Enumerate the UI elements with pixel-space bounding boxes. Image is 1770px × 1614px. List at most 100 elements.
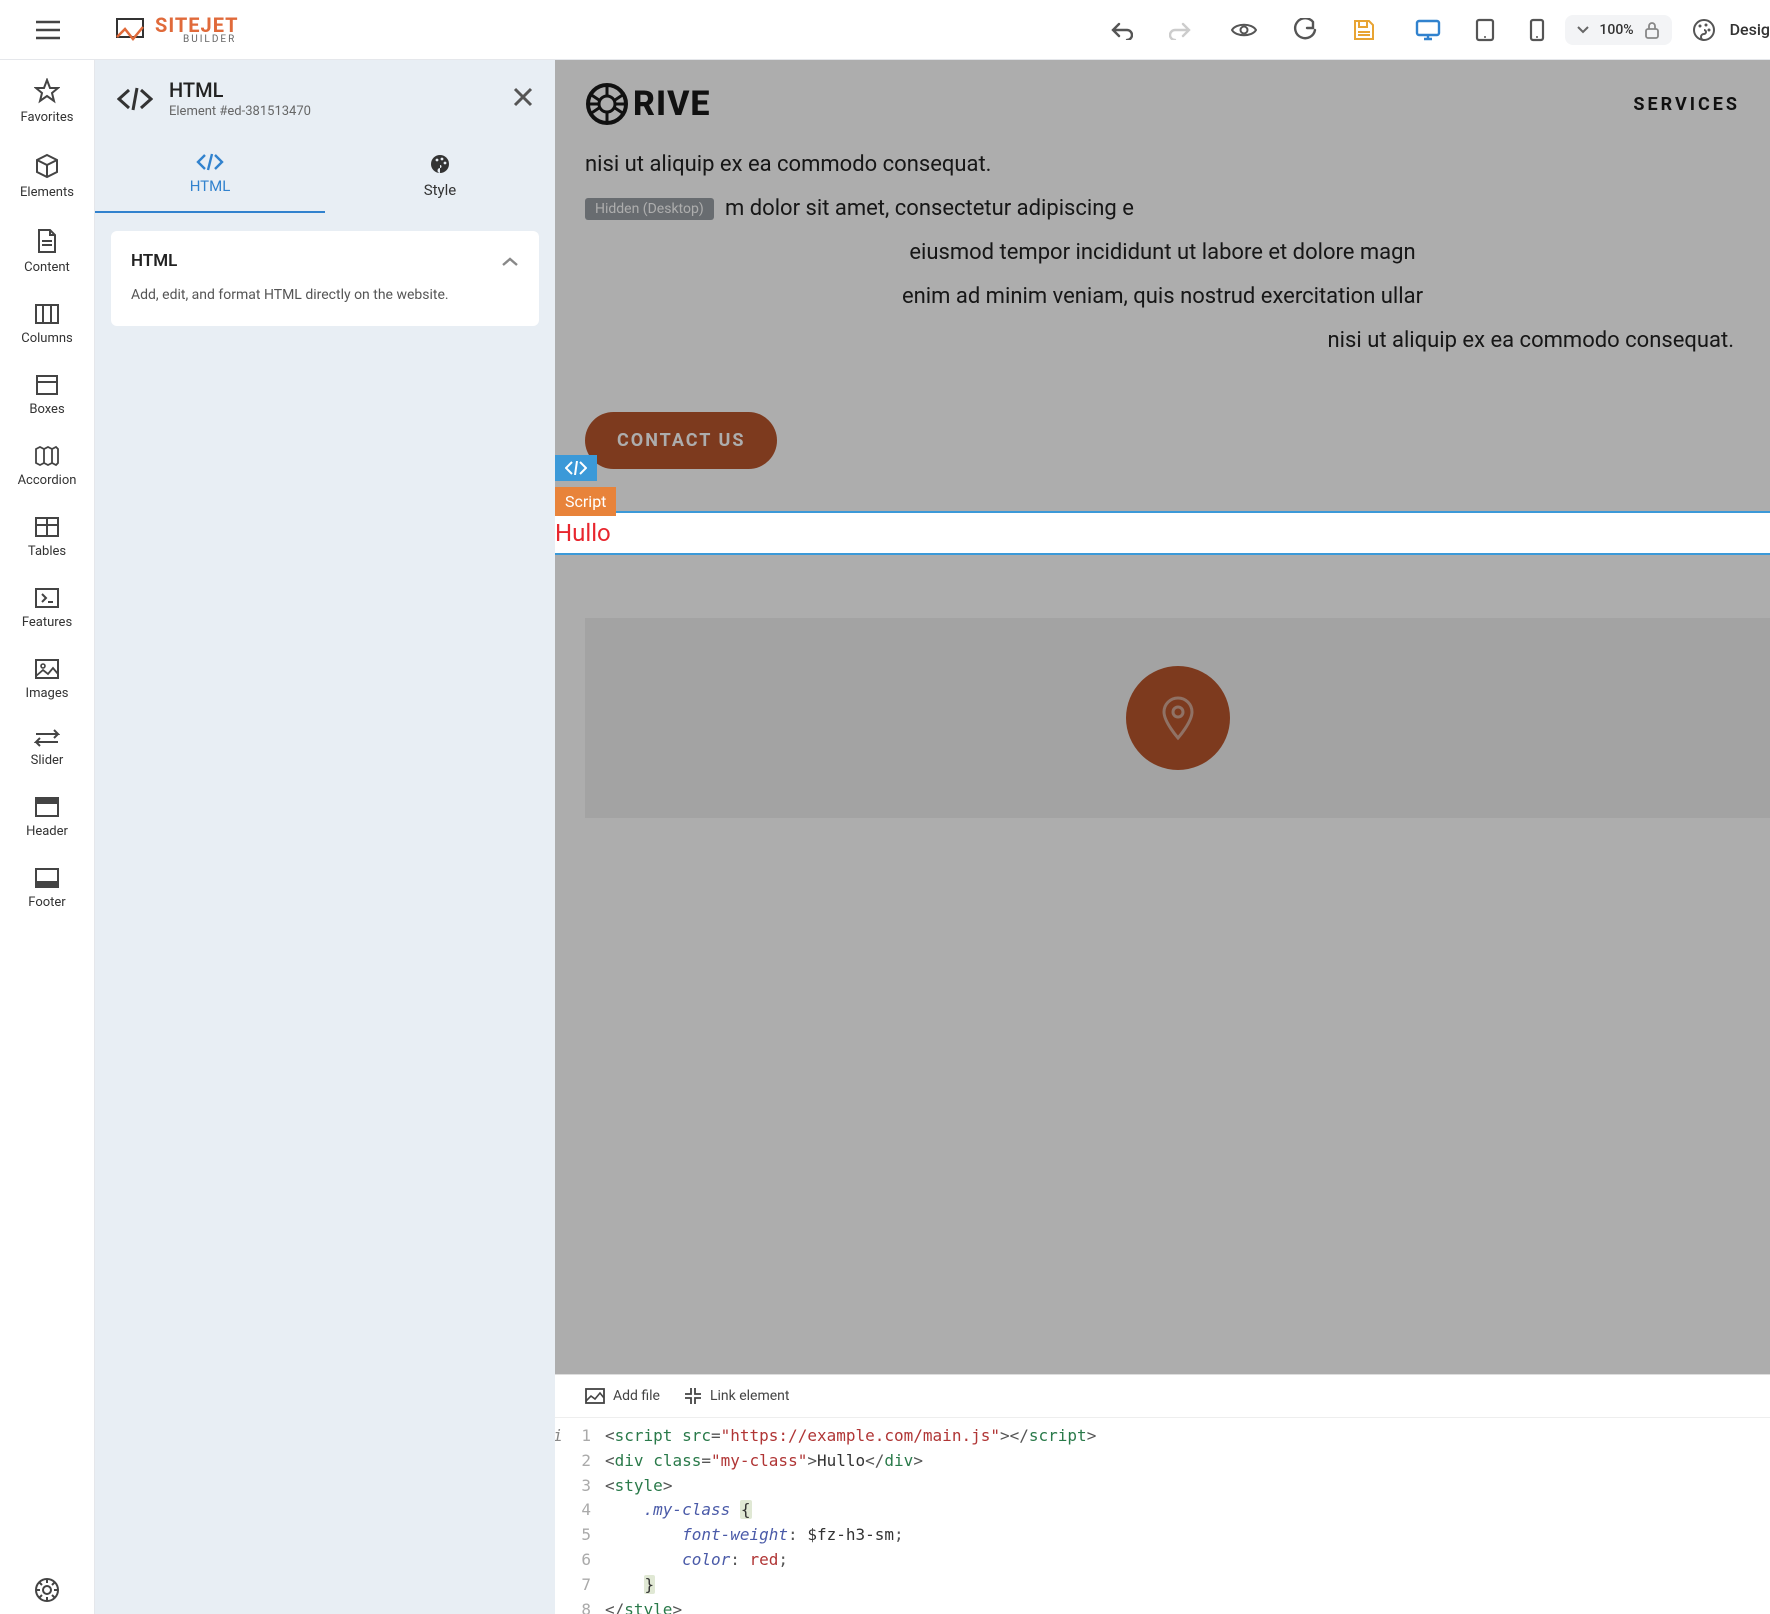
- tab-label: Style: [424, 181, 457, 199]
- sidebar-item-label: Slider: [31, 753, 64, 768]
- tablet-icon: [1475, 18, 1495, 42]
- mobile-view-button[interactable]: [1529, 18, 1545, 42]
- sidebar-item-label: Images: [26, 686, 69, 701]
- sidebar-item-label: Content: [24, 260, 70, 275]
- logo-sub-text: BUILDER: [183, 35, 236, 45]
- add-file-button[interactable]: Add file: [585, 1388, 660, 1404]
- header-icon: [34, 796, 60, 818]
- code-icon: [565, 461, 587, 475]
- sidebar-item-boxes[interactable]: Boxes: [0, 374, 94, 417]
- sidebar-item-accordion[interactable]: Accordion: [0, 445, 94, 488]
- sidebar-item-content[interactable]: Content: [0, 228, 94, 275]
- palette-icon: [1692, 18, 1716, 42]
- body-text: eiusmod tempor incididunt ut labore et d…: [585, 236, 1740, 270]
- wheel-icon: [585, 82, 629, 126]
- link-element-label: Link element: [710, 1388, 790, 1404]
- slider-icon: [34, 729, 60, 747]
- sidebar-item-tables[interactable]: Tables: [0, 516, 94, 559]
- sidebar-item-label: Elements: [20, 185, 74, 200]
- body-text: nisi ut aliquip ex ea commodo consequat.: [585, 148, 1740, 182]
- mobile-icon: [1529, 18, 1545, 42]
- palette-icon: [429, 153, 451, 175]
- redo-button: [1169, 20, 1191, 40]
- chevron-down-icon: [1577, 26, 1589, 34]
- tab-style[interactable]: Style: [325, 145, 555, 213]
- body-text: enim ad minim veniam, quis nostrud exerc…: [585, 280, 1740, 314]
- location-card: [585, 618, 1770, 818]
- close-panel-button[interactable]: [513, 85, 533, 113]
- tab-html[interactable]: HTML: [95, 145, 325, 213]
- zoom-value: 100%: [1599, 22, 1633, 38]
- close-icon: [513, 87, 533, 107]
- code-icon: [117, 86, 153, 112]
- desktop-view-button[interactable]: [1415, 19, 1441, 41]
- sidebar-item-header[interactable]: Header: [0, 796, 94, 839]
- sidebar-item-label: Columns: [21, 331, 73, 346]
- footer-icon: [34, 867, 60, 889]
- tablet-view-button[interactable]: [1475, 18, 1495, 42]
- card-description: Add, edit, and format HTML directly on t…: [131, 285, 519, 306]
- html-output-text: Hullo: [555, 519, 611, 547]
- add-file-label: Add file: [613, 1388, 660, 1404]
- sidebar-item-elements[interactable]: Elements: [0, 153, 94, 200]
- script-element-tag[interactable]: Script: [555, 487, 616, 516]
- sidebar-item-label: Boxes: [29, 402, 64, 417]
- zoom-control[interactable]: 100%: [1565, 15, 1671, 45]
- feature-icon: [34, 587, 60, 609]
- eye-icon: [1231, 21, 1257, 39]
- link-element-button[interactable]: Link element: [684, 1387, 790, 1405]
- site-logo: RIVE: [585, 82, 711, 126]
- lock-icon: [1644, 21, 1660, 39]
- sidebar-item-label: Header: [26, 824, 68, 839]
- file-icon: [36, 228, 58, 254]
- body-text: m dolor sit amet, consectetur adipiscing…: [585, 192, 1740, 226]
- sidebar-item-favorites[interactable]: Favorites: [0, 78, 94, 125]
- sidebar-item-label: Footer: [28, 895, 65, 910]
- box-icon: [35, 374, 59, 396]
- refresh-icon: [1293, 18, 1317, 42]
- collapse-icon: [684, 1387, 702, 1405]
- table-icon: [34, 516, 60, 538]
- sidebar-item-settings[interactable]: [0, 1576, 94, 1614]
- refresh-button[interactable]: [1293, 18, 1317, 42]
- code-content[interactable]: <script src="https://example.com/main.js…: [605, 1424, 1770, 1614]
- sidebar-item-images[interactable]: Images: [0, 658, 94, 701]
- sidebar-item-label: Favorites: [21, 110, 74, 125]
- logo-main-text: SITEJET: [155, 15, 239, 35]
- sidebar-item-footer[interactable]: Footer: [0, 867, 94, 910]
- hamburger-icon: [36, 20, 60, 40]
- image-icon: [585, 1388, 605, 1404]
- columns-icon: [34, 303, 60, 325]
- design-button[interactable]: [1692, 18, 1716, 42]
- html-output-block[interactable]: Hullo: [555, 511, 1770, 555]
- chevron-up-icon: [501, 257, 519, 267]
- location-pin-icon: [1158, 694, 1198, 742]
- canvas-preview[interactable]: RIVE SERVICES nisi ut aliquip ex ea comm…: [555, 60, 1770, 1374]
- sidebar-item-slider[interactable]: Slider: [0, 729, 94, 768]
- gear-icon: [33, 1576, 61, 1604]
- menu-button[interactable]: [0, 20, 95, 40]
- panel-subtitle: Element #ed-381513470: [169, 104, 497, 119]
- brand-text: RIVE: [633, 84, 711, 124]
- code-editor-area[interactable]: i1 2345678 <script src="https://example.…: [555, 1418, 1770, 1614]
- sidebar-item-features[interactable]: Features: [0, 587, 94, 630]
- preview-button[interactable]: [1231, 21, 1257, 39]
- save-icon: [1353, 19, 1375, 41]
- tab-label: HTML: [190, 177, 231, 195]
- desktop-icon: [1415, 19, 1441, 41]
- sitejet-icon: [115, 17, 145, 43]
- collapse-button[interactable]: [501, 252, 519, 271]
- sidebar-item-columns[interactable]: Columns: [0, 303, 94, 346]
- star-icon: [34, 78, 60, 104]
- sidebar-item-label: Tables: [28, 544, 66, 559]
- save-button[interactable]: [1353, 19, 1375, 41]
- panel-title: HTML: [169, 78, 497, 102]
- sidebar-item-label: Features: [22, 615, 72, 630]
- body-text: nisi ut aliquip ex ea commodo consequat.: [585, 324, 1740, 358]
- card-title: HTML: [131, 251, 177, 271]
- sidebar-item-label: Accordion: [18, 473, 77, 488]
- cube-icon: [34, 153, 60, 179]
- undo-button[interactable]: [1111, 20, 1133, 40]
- line-gutter: i1 2345678: [555, 1424, 605, 1614]
- html-element-tag[interactable]: [555, 455, 597, 481]
